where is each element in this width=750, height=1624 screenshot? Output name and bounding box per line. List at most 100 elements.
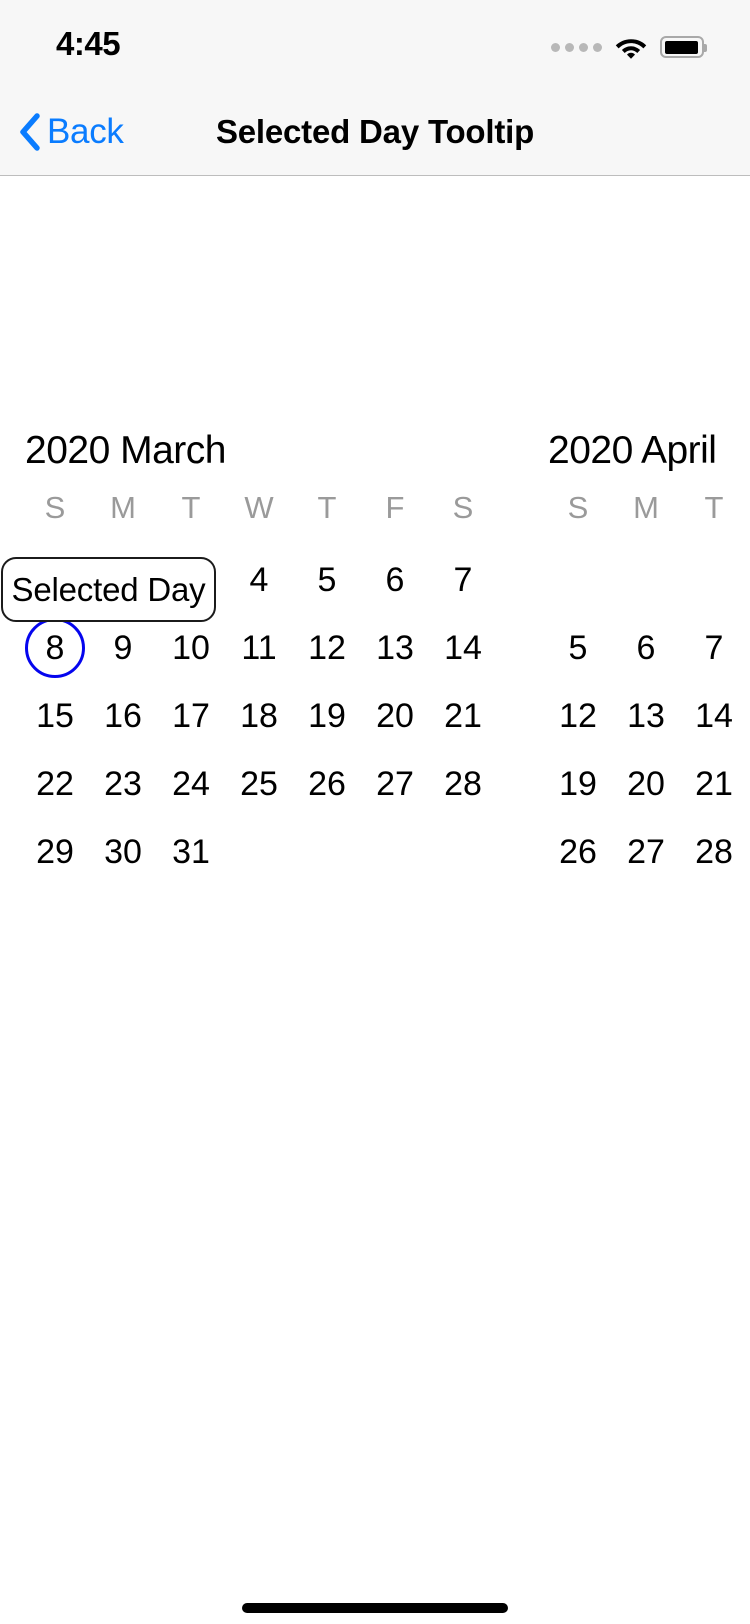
weekday-label: W	[244, 490, 274, 525]
weekday-label: F	[385, 490, 405, 525]
day-cell[interactable]: 14	[429, 614, 497, 682]
day-cell[interactable]: 7	[680, 614, 748, 682]
day-number: 6	[636, 629, 656, 667]
status-bar-indicators	[551, 30, 707, 64]
day-number: 21	[444, 697, 482, 735]
day-number: 13	[627, 697, 665, 735]
day-cell[interactable]: 21	[429, 682, 497, 750]
day-cell[interactable]: 4	[225, 546, 293, 614]
day-cell[interactable]: 31	[157, 818, 225, 886]
selected-day-tooltip: Selected Day	[1, 557, 216, 622]
day-number: 20	[376, 697, 414, 735]
day-cell[interactable]: 27	[612, 818, 680, 886]
day-number: 5	[317, 561, 337, 599]
day-cell-selected[interactable]: 8	[21, 614, 89, 682]
day-number: 19	[559, 765, 597, 803]
day-cell[interactable]: 19	[544, 750, 612, 818]
day-number: 29	[36, 833, 74, 871]
day-cell[interactable]: 30	[89, 818, 157, 886]
day-number: 7	[704, 629, 724, 667]
day-cell[interactable]: 6	[361, 546, 429, 614]
day-cell[interactable]: 29	[21, 818, 89, 886]
weekday-label: S	[44, 490, 66, 525]
weekday-label: T	[181, 490, 201, 525]
day-cell[interactable]: 6	[612, 614, 680, 682]
day-cell[interactable]: 21	[680, 750, 748, 818]
calendar-scroll-view[interactable]: 2020 MarchSMTWTFS12345678910111213141516…	[0, 177, 750, 1557]
day-cell[interactable]: 20	[612, 750, 680, 818]
day-number: 9	[113, 629, 133, 667]
day-number: 28	[695, 833, 733, 871]
day-number: 26	[308, 765, 346, 803]
day-number: 21	[695, 765, 733, 803]
day-cell[interactable]: 24	[157, 750, 225, 818]
day-cell[interactable]: 27	[361, 750, 429, 818]
day-number: 14	[444, 629, 482, 667]
month-panel: 2020 AprilSMTWTFS12345678910111213141516…	[523, 177, 750, 1557]
day-cell[interactable]: 13	[361, 614, 429, 682]
day-number: 23	[104, 765, 142, 803]
weekday-label: M	[110, 490, 136, 525]
day-cell[interactable]: 26	[544, 818, 612, 886]
day-cell[interactable]: 13	[612, 682, 680, 750]
day-number: 16	[104, 697, 142, 735]
day-number: 31	[172, 833, 210, 871]
day-cell[interactable]: 12	[293, 614, 361, 682]
day-cell[interactable]: 5	[544, 614, 612, 682]
battery-full-icon	[660, 36, 707, 58]
day-number: 28	[444, 765, 482, 803]
day-cell[interactable]: 17	[157, 682, 225, 750]
day-cell[interactable]: 16	[89, 682, 157, 750]
day-number: 14	[695, 697, 733, 735]
day-cell[interactable]: 10	[157, 614, 225, 682]
day-number: 27	[376, 765, 414, 803]
day-cell[interactable]: 5	[293, 546, 361, 614]
day-number: 11	[241, 629, 277, 667]
page-title: Selected Day Tooltip	[215, 113, 535, 150]
day-number: 6	[385, 561, 405, 599]
day-cell[interactable]: 28	[680, 818, 748, 886]
month-title: 2020 March	[25, 429, 226, 472]
day-cell[interactable]: 28	[429, 750, 497, 818]
weekday-label: M	[633, 490, 659, 525]
cellular-signal-icon	[551, 42, 602, 52]
phone-screen: 4:45 Back Selected Day Tooltip 2020 Marc…	[0, 0, 750, 1624]
day-number: 24	[172, 765, 210, 803]
day-number: 26	[559, 833, 597, 871]
day-cell[interactable]: 26	[293, 750, 361, 818]
day-number: 17	[172, 697, 210, 735]
day-cell[interactable]: 7	[429, 546, 497, 614]
day-cell[interactable]: 25	[225, 750, 293, 818]
day-number: 19	[308, 697, 346, 735]
day-cell[interactable]: 9	[89, 614, 157, 682]
weekday-label: S	[452, 490, 474, 525]
day-number: 15	[36, 697, 74, 735]
day-cell[interactable]: 12	[544, 682, 612, 750]
day-number: 13	[376, 629, 414, 667]
day-number: 18	[240, 697, 278, 735]
home-indicator	[242, 1603, 508, 1613]
day-cell[interactable]: 20	[361, 682, 429, 750]
weekday-label: T	[704, 490, 724, 525]
day-cell[interactable]: 15	[21, 682, 89, 750]
wifi-icon	[615, 35, 647, 59]
day-cell[interactable]: 19	[293, 682, 361, 750]
day-cell[interactable]: 22	[21, 750, 89, 818]
month-panel: 2020 MarchSMTWTFS12345678910111213141516…	[0, 177, 523, 1557]
day-cell[interactable]: 18	[225, 682, 293, 750]
day-number: 7	[453, 561, 473, 599]
day-number: 22	[36, 765, 74, 803]
weekday-label: T	[317, 490, 337, 525]
day-number: 10	[172, 629, 210, 667]
day-number: 5	[568, 629, 588, 667]
day-cell[interactable]: 11	[225, 614, 293, 682]
weekday-header-row: SMTWTFS	[523, 490, 750, 530]
day-number: 12	[559, 697, 597, 735]
weekday-header-row: SMTWTFS	[0, 490, 523, 530]
day-number: 30	[104, 833, 142, 871]
day-number: 4	[249, 561, 269, 599]
day-cell[interactable]: 23	[89, 750, 157, 818]
day-number: 8	[45, 629, 65, 667]
navigation-bar: Back Selected Day Tooltip	[0, 88, 750, 176]
day-cell[interactable]: 14	[680, 682, 748, 750]
